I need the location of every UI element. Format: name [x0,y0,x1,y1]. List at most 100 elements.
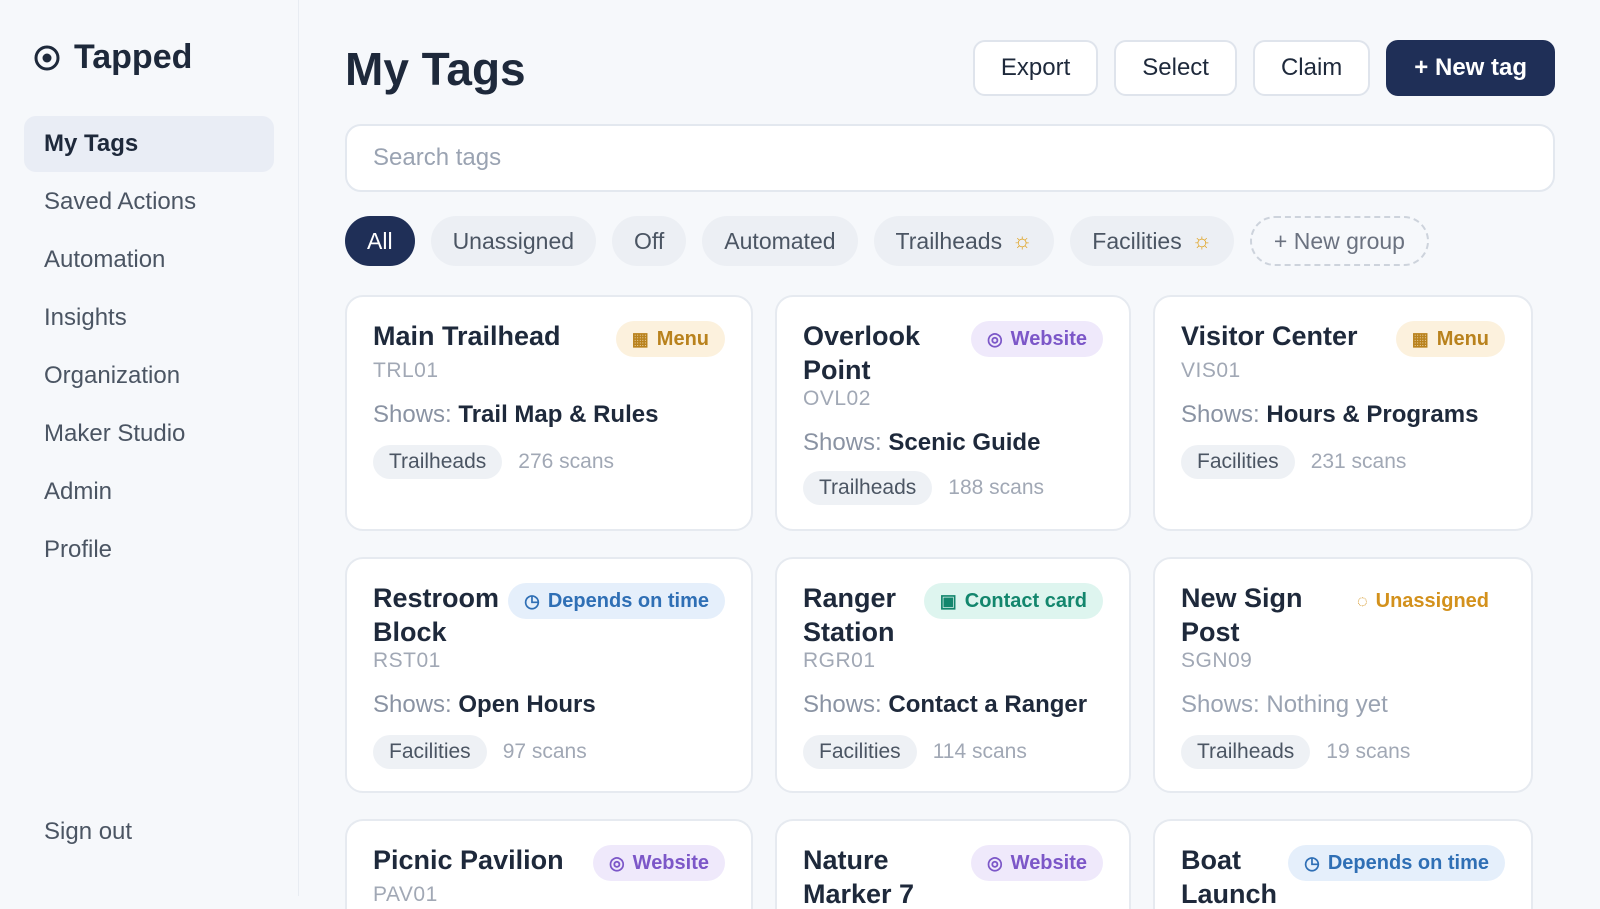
badge-label: Unassigned [1375,589,1489,612]
sidebar-item-admin[interactable]: Admin [24,464,274,520]
badge-label: Menu [656,327,709,350]
tag-code: RGR01 [803,649,876,672]
badge-label: Website [1010,851,1087,874]
tag-card[interactable]: New Sign Post ◌ Unassigned SGN09 Shows: … [1153,557,1533,793]
sidebar-item-insights[interactable]: Insights [24,290,274,346]
tag-name: Restroom Block [373,583,500,647]
group-pill: Trailheads [1181,735,1311,769]
export-button[interactable]: Export [972,40,1099,96]
sidebar-item-maker-studio[interactable]: Maker Studio [24,406,274,462]
sidebar-item-my-tags[interactable]: My Tags [24,116,274,172]
tag-name: Boat Launch [1181,845,1278,909]
shows-prefix: Shows: [803,429,882,456]
sign-out-link[interactable]: Sign out [44,818,132,846]
sidebar-item-automation[interactable]: Automation [24,232,274,288]
tag-action-badge: ▦ Menu [1395,321,1505,357]
sidebar-item-profile[interactable]: Profile [24,522,274,578]
tag-name: Main Trailhead [373,321,561,351]
app-name: Tapped [74,38,193,76]
filter-trailheads[interactable]: Trailheads ☼ [873,216,1055,266]
tag-meta: Facilities 97 scans [373,735,587,769]
tag-card[interactable]: Ranger Station ▣ Contact card RGR01 Show… [775,557,1131,793]
tag-action-badge: ◷ Depends on time [1288,845,1505,881]
grid-icon: ▦ [1411,328,1429,349]
tag-name: Picnic Pavilion [373,845,564,875]
scan-count: 231 scans [1310,450,1407,473]
shows-value: Scenic Guide [888,429,1041,456]
sun-icon: ☼ [1012,228,1033,253]
badge-label: Contact card [964,589,1087,612]
tag-name: Nature Marker 7 [803,845,915,909]
tag-code: OVL02 [803,387,871,410]
tag-action-badge: ◎ Website [970,845,1103,881]
filter-trailheads-label: Trailheads [895,227,1003,254]
filter-all[interactable]: All [345,216,415,266]
sidebar: Tapped My Tags Saved Actions Automation … [0,0,299,896]
tag-meta: Facilities 231 scans [1181,445,1406,479]
badge-label: Depends on time [547,589,709,612]
clock-icon: ◷ [1304,852,1320,873]
shows-prefix: Shows: [373,401,452,428]
tag-meta: Trailheads 188 scans [803,471,1044,505]
tag-action-badge: ◎ Website [970,321,1103,357]
group-pill: Facilities [373,735,487,769]
claim-button[interactable]: Claim [1252,40,1371,96]
dashed-circle-icon: ◌ [1356,590,1368,611]
shows-value: Hours & Programs [1266,401,1479,428]
globe-icon: ◎ [608,852,625,873]
tag-code: VIS01 [1181,359,1241,382]
badge-label: Menu [1436,327,1489,350]
tag-action-badge: ◷ Depends on time [508,583,725,619]
tag-meta: Facilities 114 scans [803,735,1027,769]
sun-icon: ☼ [1191,228,1212,253]
filter-automated[interactable]: Automated [702,216,858,266]
tag-name: Visitor Center [1181,321,1358,351]
tag-action-badge: ▦ Menu [615,321,725,357]
shows-prefix: Shows: [373,691,452,718]
tag-card[interactable]: Restroom Block ◷ Depends on time RST01 S… [345,557,753,793]
badge-label: Website [1010,327,1087,350]
tag-action-badge: ◎ Website [592,845,725,881]
tag-shows: Shows: Hours & Programs [1181,401,1478,429]
filter-unassigned[interactable]: Unassigned [430,216,597,266]
scan-count: 276 scans [518,450,615,473]
new-group-button[interactable]: + New group [1249,216,1429,266]
select-button[interactable]: Select [1114,40,1237,96]
shows-value: Open Hours [458,691,596,718]
search-input[interactable] [345,124,1555,192]
sidebar-item-saved-actions[interactable]: Saved Actions [24,174,274,230]
grid-icon: ▦ [631,328,649,349]
tag-action-badge: ◌ Unassigned [1341,583,1505,619]
globe-icon: ◎ [986,328,1003,349]
sidebar-item-organization[interactable]: Organization [24,348,274,404]
target-logo-icon [34,45,60,70]
tag-code: RST01 [373,649,441,672]
tag-code: TRL01 [373,359,439,382]
tag-shows: Shows: Open Hours [373,691,596,719]
scan-count: 188 scans [948,476,1045,499]
sidebar-nav: My Tags Saved Actions Automation Insight… [24,116,274,580]
group-pill: Facilities [1181,445,1295,479]
new-tag-button[interactable]: + New tag [1386,40,1555,96]
tag-shows: Shows: Scenic Guide [803,429,1040,457]
filter-off[interactable]: Off [612,216,687,266]
group-pill: Facilities [803,735,917,769]
filter-facilities-label: Facilities [1092,227,1182,254]
tag-meta: Trailheads 276 scans [373,445,614,479]
tag-code: SGN09 [1181,649,1253,672]
badge-label: Depends on time [1327,851,1489,874]
tag-card[interactable]: Visitor Center ▦ Menu VIS01 Shows: Hours… [1153,295,1533,531]
filter-chips: All Unassigned Off Automated Trailheads … [345,216,1429,266]
scan-count: 19 scans [1326,740,1411,763]
tag-meta: Trailheads 19 scans [1181,735,1410,769]
filter-facilities[interactable]: Facilities ☼ [1070,216,1234,266]
scan-count: 97 scans [502,740,587,763]
tag-card[interactable]: Main Trailhead ▦ Menu TRL01 Shows: Trail… [345,295,753,531]
shows-prefix: Shows: [1181,401,1260,428]
globe-icon: ◎ [986,852,1003,873]
tag-action-badge: ▣ Contact card [923,583,1103,619]
page-title: My Tags [345,43,526,95]
tag-name: New Sign Post [1181,583,1303,647]
tag-card[interactable]: Overlook Point ◎ Website OVL02 Shows: Sc… [775,295,1131,531]
brand[interactable]: Tapped [34,38,192,77]
